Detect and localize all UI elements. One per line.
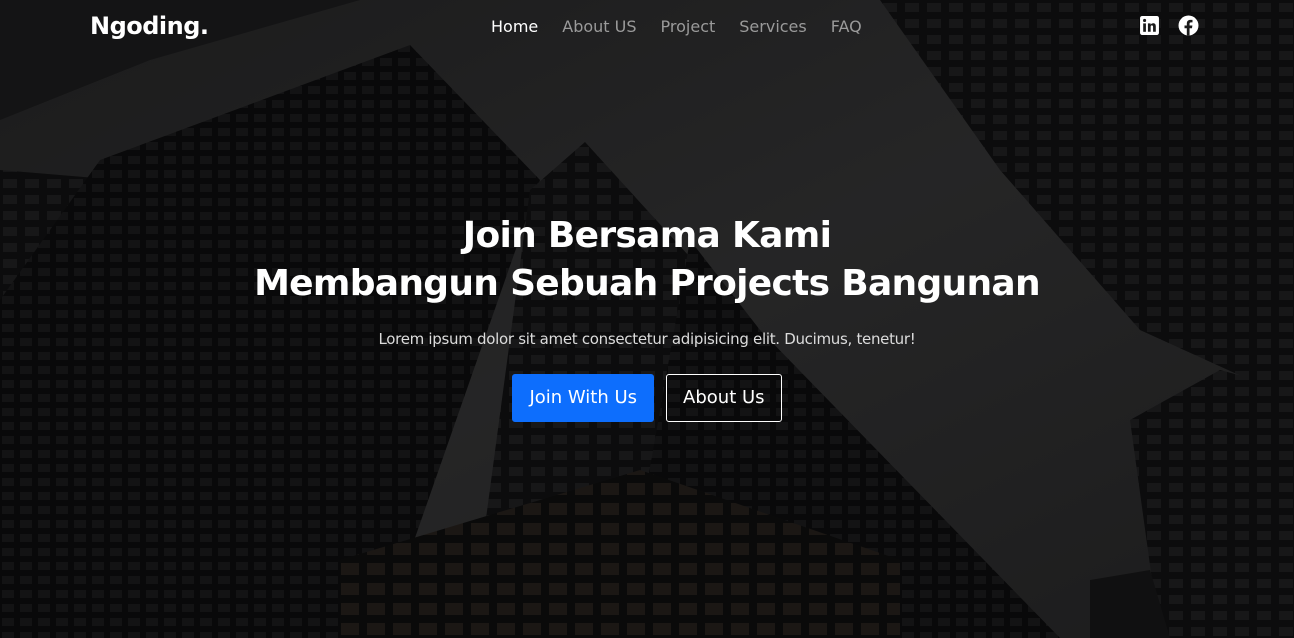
nav-item-about-us[interactable]: About US xyxy=(562,17,636,37)
facebook-icon[interactable] xyxy=(1178,15,1199,36)
nav-item-services[interactable]: Services xyxy=(739,17,806,37)
hero-section: Ngoding. Home About US Project Services … xyxy=(0,0,1294,638)
hero-title: Join Bersama Kami Membangun Sebuah Proje… xyxy=(0,212,1294,308)
hero-subtitle: Lorem ipsum dolor sit amet consectetur a… xyxy=(378,330,916,348)
navbar: Ngoding. Home About US Project Services … xyxy=(0,0,1294,56)
nav-item-faq[interactable]: FAQ xyxy=(831,17,862,37)
about-us-button[interactable]: About Us xyxy=(666,374,782,422)
social-links xyxy=(1139,15,1199,36)
hero-title-line-2: Membangun Sebuah Projects Bangunan xyxy=(254,263,1041,304)
hero-title-line-1: Join Bersama Kami xyxy=(462,215,832,256)
main-nav: Home About US Project Services FAQ xyxy=(491,17,862,37)
linkedin-icon[interactable] xyxy=(1139,15,1160,36)
hero-buttons: Join With Us About Us xyxy=(0,374,1294,422)
hero-content: Join Bersama Kami Membangun Sebuah Proje… xyxy=(0,212,1294,422)
join-with-us-button[interactable]: Join With Us xyxy=(512,374,655,422)
nav-item-project[interactable]: Project xyxy=(661,17,716,37)
brand-logo[interactable]: Ngoding. xyxy=(90,12,209,40)
nav-item-home[interactable]: Home xyxy=(491,17,538,37)
